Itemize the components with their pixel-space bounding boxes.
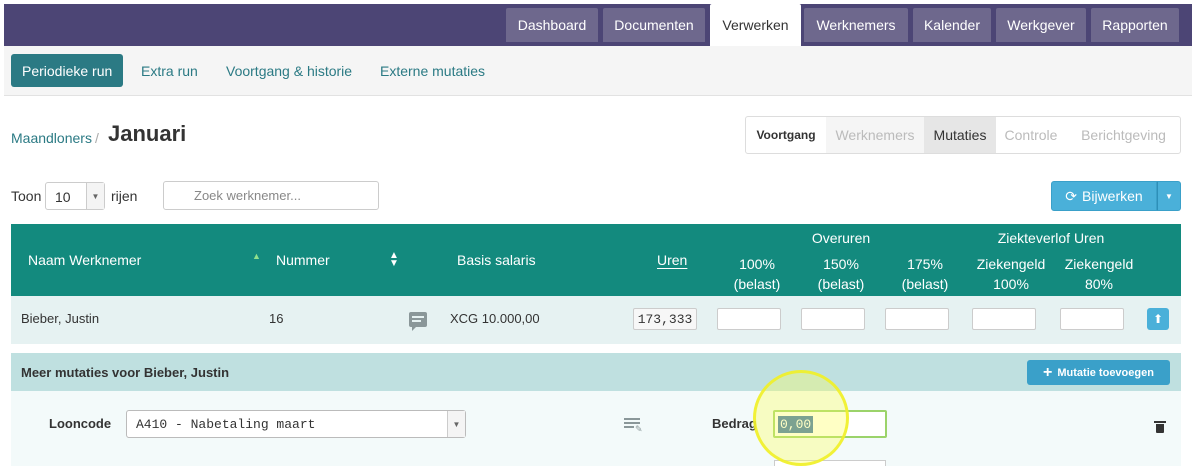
- subnav-periodieke-run[interactable]: Periodieke run: [11, 54, 124, 87]
- mutation-row: Looncode A410 - Nabetaling maart ▼ ✎ Bed…: [11, 391, 1181, 466]
- step-controle[interactable]: Controle: [996, 117, 1066, 153]
- overtime-175-input[interactable]: [885, 308, 949, 330]
- collapse-button[interactable]: ⬆: [1147, 308, 1169, 330]
- sick-100-line2: 100%: [993, 276, 1029, 292]
- column-header-salary: Basis salaris: [457, 252, 536, 268]
- employee-number: 16: [269, 311, 284, 326]
- sick-80-line2: 80%: [1084, 276, 1114, 292]
- tab-werknemers[interactable]: Werknemers: [804, 8, 908, 42]
- column-header-sick-80: Ziekengeld 80%: [1059, 254, 1139, 294]
- sort-ascending-icon[interactable]: ▲: [252, 251, 261, 261]
- tab-kalender[interactable]: Kalender: [913, 8, 991, 42]
- trash-icon[interactable]: [1154, 421, 1166, 433]
- subnav-extra-run[interactable]: Extra run: [141, 54, 198, 87]
- edit-note-line: [624, 418, 640, 420]
- arrow-up-icon: ⬆: [1152, 312, 1164, 326]
- hours-field[interactable]: 173,333: [633, 308, 697, 330]
- overtime-100-input[interactable]: [717, 308, 781, 330]
- refresh-icon: ⟳: [1065, 187, 1078, 204]
- overtime-150-line2: (belast): [817, 276, 865, 292]
- caret-down-icon: ▼: [1165, 191, 1173, 201]
- overtime-150-line1: 150%: [823, 256, 859, 272]
- mutations-header: Meer mutaties voor Bieber, Justin + Muta…: [11, 353, 1181, 391]
- tab-werkgever[interactable]: Werkgever: [996, 8, 1086, 42]
- subnav-voortgang-historie[interactable]: Voortgang & historie: [226, 54, 352, 87]
- pencil-icon: ✎: [635, 424, 643, 434]
- table-header: Naam Werknemer ▲ Nummer ▲ ▼ Basis salaris…: [11, 224, 1181, 296]
- overtime-175-line2: (belast): [901, 276, 949, 292]
- sort-icon[interactable]: ▲ ▼: [389, 251, 399, 269]
- trash-bin: [1156, 424, 1164, 433]
- step-berichtgeving[interactable]: Berichtgeving: [1066, 117, 1181, 153]
- overtime-100-line1: 100%: [739, 256, 775, 272]
- update-button[interactable]: ⟳ Bijwerken: [1051, 181, 1157, 211]
- trash-lid: [1154, 421, 1166, 423]
- top-navigation: Dashboard Documenten Verwerken Werknemer…: [4, 4, 1192, 46]
- overtime-group-header: Overuren: [811, 230, 871, 246]
- overtime-100-line2: (belast): [733, 276, 781, 292]
- sick-80-input[interactable]: [1060, 308, 1124, 330]
- sick-80-line1: Ziekengeld: [1064, 256, 1134, 272]
- chevron-down-icon: ▼: [86, 183, 104, 209]
- comment-icon-line: [412, 316, 424, 318]
- column-header-sick-100: Ziekengeld 100%: [971, 254, 1051, 294]
- show-label: Toon: [11, 188, 42, 204]
- breadcrumb: Maandloners /: [11, 130, 99, 146]
- mutations-title: Meer mutaties voor Bieber, Justin: [21, 365, 230, 380]
- breadcrumb-separator: /: [94, 130, 99, 146]
- tab-documenten[interactable]: Documenten: [603, 8, 705, 42]
- comment-icon-line: [412, 320, 421, 322]
- step-voortgang[interactable]: Voortgang: [746, 117, 826, 153]
- column-header-overtime-100: 100% (belast): [717, 254, 797, 294]
- next-input-edge: [774, 460, 886, 466]
- process-steps: Voortgang Werknemers Mutaties Controle B…: [745, 116, 1181, 154]
- tab-verwerken[interactable]: Verwerken: [710, 4, 801, 46]
- chevron-down-icon: ▼: [447, 411, 465, 437]
- search-employee-input[interactable]: [163, 181, 379, 210]
- looncode-value: A410 - Nabetaling maart: [136, 417, 316, 432]
- column-header-overtime-175: 175% (belast): [885, 254, 965, 294]
- add-mutation-label: Mutatie toevoegen: [1057, 366, 1154, 379]
- sick-100-line1: Ziekengeld: [976, 256, 1046, 272]
- amount-label: Bedrag: [712, 416, 757, 431]
- edit-note-line: [624, 426, 634, 428]
- table-row: Bieber, Justin 16 XCG 10.000,00 173,333 …: [11, 296, 1181, 344]
- step-mutaties[interactable]: Mutaties: [924, 117, 996, 153]
- subnav-externe-mutaties[interactable]: Externe mutaties: [380, 54, 485, 87]
- comment-icon[interactable]: [409, 312, 427, 331]
- column-header-number[interactable]: Nummer: [276, 250, 330, 270]
- update-dropdown-button[interactable]: ▼: [1157, 181, 1181, 211]
- sub-navigation: Periodieke run Extra run Voortgang & his…: [4, 46, 1192, 96]
- column-header-hours[interactable]: Uren: [657, 250, 687, 270]
- step-werknemers[interactable]: Werknemers: [826, 117, 924, 153]
- tab-dashboard[interactable]: Dashboard: [506, 8, 598, 42]
- edit-note-icon[interactable]: ✎: [624, 418, 643, 434]
- column-header-name[interactable]: Naam Werknemer: [28, 250, 141, 270]
- update-button-label: Bijwerken: [1082, 188, 1143, 204]
- sick-leave-group-header: Ziekteverlof Uren: [997, 230, 1105, 246]
- tab-rapporten[interactable]: Rapporten: [1091, 8, 1179, 42]
- employee-salary: XCG 10.000,00: [450, 311, 540, 326]
- employee-name: Bieber, Justin: [21, 311, 100, 326]
- amount-input[interactable]: 0,00: [773, 410, 887, 438]
- amount-value: 0,00: [778, 416, 814, 433]
- page-size-value: 10: [55, 189, 71, 205]
- add-mutation-button[interactable]: + Mutatie toevoegen: [1027, 360, 1170, 385]
- rows-label: rijen: [111, 188, 138, 204]
- overtime-175-line1: 175%: [907, 256, 943, 272]
- page-size-select[interactable]: 10 ▼: [45, 182, 105, 210]
- looncode-label: Looncode: [49, 416, 112, 431]
- sick-100-input[interactable]: [972, 308, 1036, 330]
- plus-icon: +: [1043, 363, 1053, 381]
- overtime-150-input[interactable]: [801, 308, 865, 330]
- looncode-select[interactable]: A410 - Nabetaling maart ▼: [126, 410, 466, 438]
- page-title: Januari: [108, 121, 187, 146]
- breadcrumb-parent-link[interactable]: Maandloners: [11, 130, 92, 146]
- column-header-overtime-150: 150% (belast): [801, 254, 881, 294]
